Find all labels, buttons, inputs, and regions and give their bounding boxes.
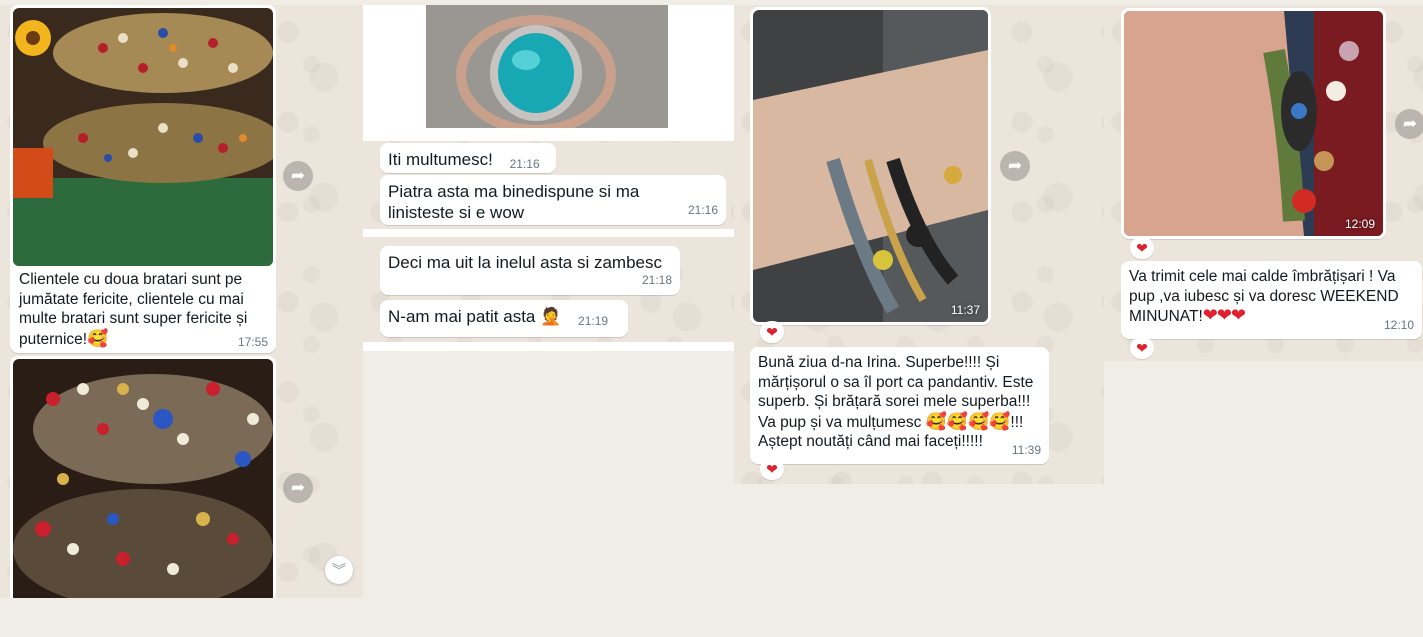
text-message[interactable]: Bună ziua d-na Irina. Superbe!!!! Și măr… <box>750 347 1049 464</box>
message-text: N-am mai patit asta <box>388 307 536 326</box>
message-text: Piatra asta ma binedispune si ma liniste… <box>388 182 640 222</box>
image-message[interactable]: Clientele cu doua bratari sunt pe jumăta… <box>10 5 276 353</box>
chat-separator <box>363 342 734 351</box>
jewelry-photo-image <box>13 359 273 598</box>
ring-photo-area <box>363 5 734 141</box>
smiling-hearts-emoji-group: 🥰🥰🥰🥰 <box>925 411 1011 431</box>
photo-timestamp: 11:37 <box>950 303 980 317</box>
message-timestamp: 11:39 <box>1011 442 1041 457</box>
bracelets-on-wrist-photo[interactable]: 11:37 <box>753 10 988 322</box>
message-timestamp: 17:55 <box>237 335 268 349</box>
message-timestamp: 21:16 <box>687 203 718 217</box>
facepalm-emoji: 🤦 <box>540 307 562 326</box>
text-message[interactable]: Iti multumesc! 21:16 <box>380 143 556 173</box>
image-message[interactable] <box>10 356 276 598</box>
forward-icon[interactable]: ➦ <box>283 161 313 191</box>
chat-separator <box>363 229 734 237</box>
caption-text: Clientele cu doua bratari sunt pe jumăta… <box>19 271 248 348</box>
heart-reaction-icon[interactable]: ❤ <box>760 321 784 343</box>
text-message[interactable]: Piatra asta ma binedispune si ma liniste… <box>380 175 726 225</box>
forward-icon[interactable]: ➦ <box>283 473 313 503</box>
red-hearts-emoji-group: ❤❤❤ <box>1202 305 1246 325</box>
message-text: Va trimit cele mai calde îmbrățișari ! V… <box>1129 268 1399 325</box>
message-text: Deci ma uit la inelul asta si zambesc <box>388 253 663 272</box>
image-caption: Clientele cu doua bratari sunt pe jumăta… <box>13 266 273 349</box>
text-message[interactable]: Deci ma uit la inelul asta si zambesc 21… <box>380 246 680 295</box>
chat-panel-2: Iti multumesc! 21:16 Piatra asta ma bine… <box>363 5 734 351</box>
jewelry-stand-photo[interactable] <box>13 8 273 266</box>
message-timestamp: 21:16 <box>509 157 540 171</box>
message-timestamp: 21:18 <box>641 273 672 287</box>
photo-timestamp: 12:09 <box>1344 217 1375 231</box>
forward-icon[interactable]: ➦ <box>1395 109 1423 139</box>
chat-panel-1: Clientele cu doua bratari sunt pe jumăta… <box>0 5 363 598</box>
forward-icon[interactable]: ➦ <box>1000 151 1030 181</box>
jewelry-pile-photo[interactable] <box>13 359 273 598</box>
image-message[interactable]: 11:37 <box>750 7 991 325</box>
chat-panel-3: 11:37 ❤ ➦ Bună ziua d-na Irina. Superbe!… <box>734 5 1104 484</box>
bracelet-photo-image <box>753 10 988 322</box>
text-message[interactable]: N-am mai patit asta 🤦 21:19 <box>380 300 628 337</box>
image-message[interactable]: 12:09 <box>1121 8 1386 239</box>
heart-reaction-icon[interactable]: ❤ <box>1130 237 1154 259</box>
bracelet-on-hand-photo[interactable]: 12:09 <box>1124 11 1383 236</box>
message-timestamp: 12:10 <box>1383 317 1414 332</box>
chat-panel-4: 12:09 ❤ ➦ Va trimit cele mai calde îmbră… <box>1104 5 1423 361</box>
heart-reaction-icon[interactable]: ❤ <box>760 458 784 480</box>
ring-photo-image <box>426 5 668 128</box>
jewelry-photo-image <box>13 8 273 266</box>
message-timestamp: 21:19 <box>578 314 609 328</box>
message-text: Iti multumesc! <box>388 150 493 169</box>
scroll-down-button[interactable]: ︾ <box>325 556 353 584</box>
chevron-double-down-icon: ︾ <box>332 562 346 578</box>
text-message[interactable]: Va trimit cele mai calde îmbrățișari ! V… <box>1121 261 1422 339</box>
bracelet-photo-image <box>1124 11 1383 236</box>
smiling-hearts-emoji: 🥰 <box>87 328 109 348</box>
ring-photo[interactable] <box>426 5 668 128</box>
heart-reaction-icon[interactable]: ❤ <box>1130 337 1154 359</box>
